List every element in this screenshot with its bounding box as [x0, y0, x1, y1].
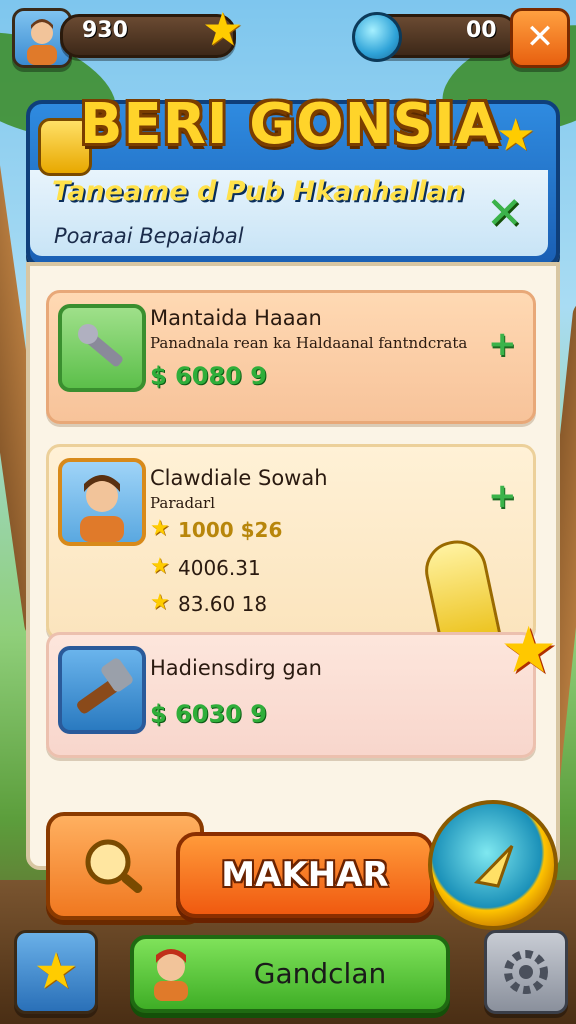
primary-action-button[interactable]: MAKHAR — [176, 832, 434, 918]
header-close-icon[interactable]: ✕ — [486, 188, 523, 239]
page-title: BERI GONSIA — [79, 92, 501, 157]
item-description: Paradarl — [150, 494, 215, 512]
item-stat: 1000 $26 — [178, 518, 283, 542]
character-portrait-icon — [58, 458, 146, 546]
wrench-tool-icon — [58, 304, 146, 392]
secondary-action-button[interactable]: Gandclan — [130, 935, 450, 1013]
header-caption: Poaraai Bepaiabal — [54, 224, 244, 248]
character-avatar-icon — [154, 949, 188, 1001]
header-subtitle: Taneame d Pub Hkanhallan — [52, 176, 464, 207]
reward-star-icon: ★ — [500, 614, 558, 688]
add-item-button[interactable]: + — [488, 476, 517, 516]
item-stat: 83.60 18 — [178, 592, 268, 616]
primary-action-label: MAKHAR — [221, 855, 389, 895]
close-icon: ✕ — [525, 17, 555, 57]
star-icon: ★ — [33, 942, 79, 1000]
item-description: Panadnala rean ka Haldaanal fantndcrata — [150, 334, 468, 352]
close-button[interactable]: ✕ — [510, 8, 570, 68]
item-price: $ 6030 9 — [150, 700, 267, 728]
item-title: Hadiensdirg gan — [150, 656, 322, 680]
item-stat: 4006.31 — [178, 556, 261, 580]
add-item-button[interactable]: + — [488, 324, 517, 364]
compass-badge-icon[interactable] — [428, 800, 558, 930]
stat-star-icon: ★ — [150, 516, 170, 541]
gear-icon — [504, 950, 548, 994]
item-title: Clawdiale Sowah — [150, 466, 328, 490]
coins-value: 930 — [82, 18, 128, 43]
item-price: $ 6080 9 — [150, 362, 267, 390]
stat-star-icon: ★ — [150, 590, 170, 615]
secondary-action-label: Gandclan — [253, 957, 387, 990]
settings-button[interactable] — [484, 930, 568, 1014]
title-star-icon: ★ — [496, 110, 536, 161]
stat-star-icon: ★ — [150, 554, 170, 579]
hammer-tool-icon — [58, 646, 146, 734]
gems-value: 00 — [466, 18, 497, 43]
star-menu-button[interactable]: ★ — [14, 930, 98, 1014]
gem-icon — [352, 12, 402, 62]
star-icon: ★ — [202, 2, 244, 56]
item-title: Mantaida Haaan — [150, 306, 322, 330]
